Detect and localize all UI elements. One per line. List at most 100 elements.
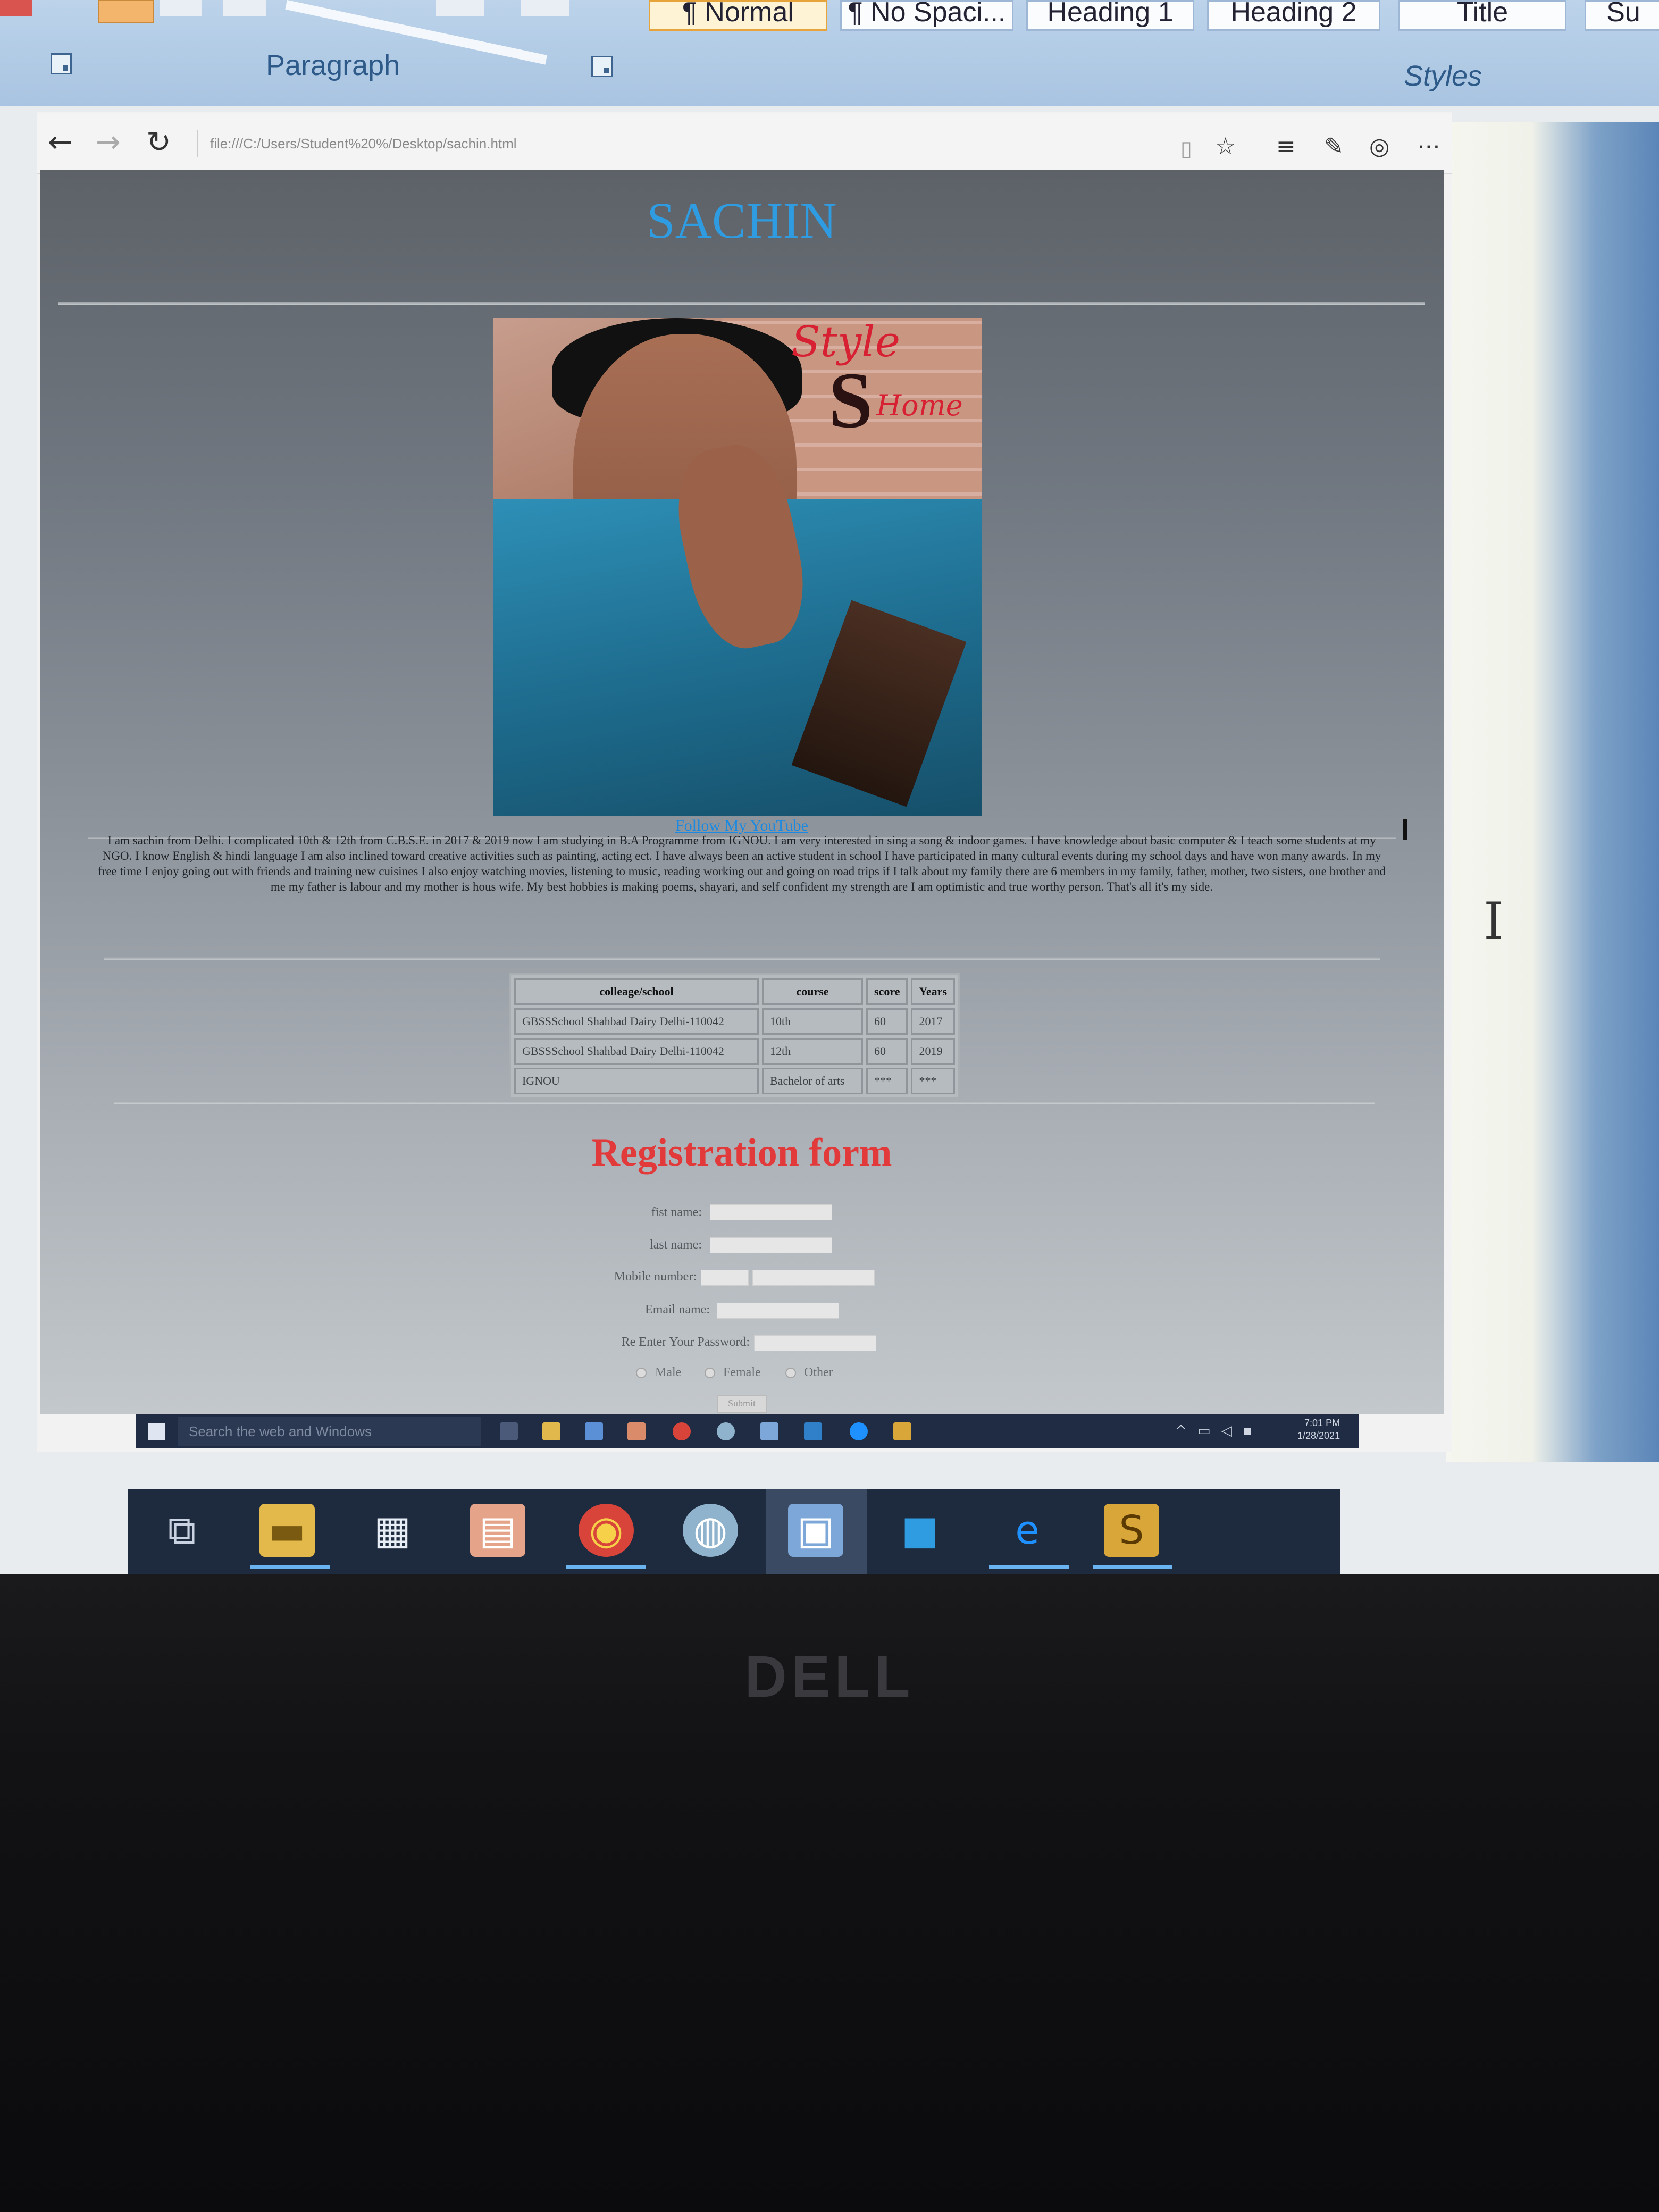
table-cell: ***: [911, 1068, 956, 1094]
word-icon[interactable]: ▣: [788, 1504, 843, 1557]
chrome-icon[interactable]: ◉: [579, 1504, 634, 1557]
web-note-icon[interactable]: ✎: [1324, 131, 1344, 163]
laptop-brand-logo: DELL: [744, 1644, 915, 1710]
styles-group-label: Styles: [1404, 60, 1482, 92]
store-icon[interactable]: [585, 1422, 603, 1440]
ribbon-button[interactable]: [223, 0, 266, 16]
font-dialog-launcher[interactable]: [51, 53, 72, 74]
style-subtitle[interactable]: Su: [1585, 0, 1659, 31]
email-label: Email name:: [645, 1303, 710, 1317]
gender-male-radio[interactable]: [636, 1368, 647, 1378]
sublime-icon[interactable]: S: [1104, 1504, 1159, 1557]
style-normal[interactable]: ¶ Normal: [649, 0, 827, 31]
chrome-active-indicator: [566, 1565, 646, 1569]
refresh-icon[interactable]: ↻: [146, 127, 171, 158]
address-divider: [197, 130, 198, 157]
about-paragraph: I am sachin from Delhi. I complicated 10…: [98, 834, 1386, 893]
inner-start-icon[interactable]: [148, 1423, 165, 1440]
inner-clock[interactable]: 7:01 PM 1/28/2021: [1297, 1417, 1340, 1442]
gender-female-radio[interactable]: [705, 1368, 715, 1378]
inner-system-tray[interactable]: ^ ▭ ◁ ▪: [1175, 1423, 1255, 1439]
table-row: GBSSSchool Shahbad Dairy Delhi-110042 12…: [514, 1038, 956, 1065]
reenter-password-label: Re Enter Your Password:: [621, 1335, 750, 1349]
table-divider: [114, 1101, 1375, 1104]
table-cell: ***: [866, 1068, 908, 1094]
last-name-label: last name:: [650, 1238, 702, 1252]
sublime-active-indicator: [1093, 1565, 1172, 1569]
style-title[interactable]: Title: [1398, 0, 1566, 31]
reading-view-icon[interactable]: ▯: [1180, 133, 1192, 165]
paragraph-dialog-launcher[interactable]: [591, 56, 613, 77]
paragraph-group-label: Paragraph: [266, 49, 400, 81]
app-icon[interactable]: [804, 1422, 822, 1440]
mobile-label: Mobile number:: [614, 1270, 697, 1284]
gender-other-radio[interactable]: [785, 1368, 796, 1378]
more-icon[interactable]: ⋯: [1417, 131, 1440, 163]
app-icon[interactable]: ■: [892, 1504, 948, 1557]
task-view-icon[interactable]: [500, 1422, 518, 1440]
text-cursor-icon: I: [1484, 892, 1504, 951]
submit-button[interactable]: Submit: [717, 1395, 767, 1413]
email-input[interactable]: [717, 1303, 839, 1319]
inner-search-box[interactable]: Search the web and Windows: [178, 1417, 481, 1446]
gender-male-label: Male: [655, 1365, 682, 1379]
edge-icon[interactable]: [850, 1422, 868, 1440]
app-icon[interactable]: [717, 1422, 735, 1440]
table-cell: GBSSSchool Shahbad Dairy Delhi-110042: [514, 1038, 759, 1065]
file-explorer-icon[interactable]: ▬: [259, 1504, 315, 1557]
file-explorer-active-indicator: [250, 1565, 330, 1569]
first-name-input[interactable]: [710, 1204, 832, 1220]
edge-icon[interactable]: e: [1000, 1504, 1055, 1557]
table-row: IGNOU Bachelor of arts *** ***: [514, 1068, 956, 1094]
youtube-link[interactable]: Follow My YouTube: [40, 817, 1444, 835]
file-explorer-icon[interactable]: [542, 1422, 560, 1440]
hub-icon[interactable]: ≡: [1276, 131, 1296, 163]
ribbon-color-swatch[interactable]: [0, 0, 32, 16]
app-icon[interactable]: ▤: [470, 1504, 525, 1557]
sublime-icon[interactable]: [893, 1422, 911, 1440]
document-margin: [1446, 122, 1659, 1462]
mobile-input[interactable]: [752, 1270, 875, 1286]
title-divider: [58, 302, 1425, 305]
reenter-password-input[interactable]: [754, 1335, 876, 1351]
favorite-star-icon[interactable]: ☆: [1215, 131, 1236, 163]
app-icon[interactable]: ◍: [683, 1504, 738, 1557]
column-header: colleage/school: [514, 978, 759, 1005]
app-icon[interactable]: [627, 1422, 646, 1440]
ribbon-format-button[interactable]: [98, 0, 154, 23]
inner-clock-time: 7:01 PM: [1304, 1418, 1340, 1428]
inner-clock-date: 1/28/2021: [1297, 1430, 1340, 1441]
table-cell: GBSSSchool Shahbad Dairy Delhi-110042: [514, 1008, 759, 1035]
education-table: colleage/school course score Years GBSSS…: [509, 973, 961, 1100]
back-arrow-icon[interactable]: ←: [48, 127, 73, 158]
chrome-icon[interactable]: [673, 1422, 691, 1440]
task-view-icon[interactable]: ⧉: [154, 1504, 210, 1557]
profile-photo: Style S Home: [493, 318, 982, 816]
ribbon-button[interactable]: [436, 0, 484, 16]
style-heading-1[interactable]: Heading 1: [1026, 0, 1194, 31]
forward-arrow-icon[interactable]: →: [96, 127, 121, 158]
ribbon-button[interactable]: [160, 0, 202, 16]
gender-female-label: Female: [723, 1365, 761, 1379]
app-icon[interactable]: [760, 1422, 778, 1440]
share-icon[interactable]: ◎: [1369, 131, 1389, 163]
edge-active-indicator: [989, 1565, 1069, 1569]
ribbon-button[interactable]: [521, 0, 569, 16]
table-cell: 60: [866, 1008, 908, 1035]
caret-marker: [1403, 819, 1407, 840]
column-header: course: [762, 978, 863, 1005]
table-cell: Bachelor of arts: [762, 1068, 863, 1094]
table-row: GBSSSchool Shahbad Dairy Delhi-110042 10…: [514, 1008, 956, 1035]
table-cell: 2017: [911, 1008, 956, 1035]
first-name-label: fist name:: [651, 1205, 702, 1219]
style-no-spacing[interactable]: ¶ No Spaci...: [840, 0, 1013, 31]
logo-sub-text: Home: [876, 389, 963, 422]
address-bar[interactable]: file:///C:/Users/Student%20%/Desktop/sac…: [210, 133, 517, 154]
country-code-input[interactable]: [701, 1270, 749, 1286]
gender-other-label: Other: [804, 1365, 833, 1379]
table-cell: 10th: [762, 1008, 863, 1035]
logo-letter: S: [828, 356, 873, 445]
last-name-input[interactable]: [710, 1237, 832, 1253]
style-heading-2[interactable]: Heading 2: [1207, 0, 1380, 31]
store-icon[interactable]: ▦: [365, 1504, 420, 1557]
